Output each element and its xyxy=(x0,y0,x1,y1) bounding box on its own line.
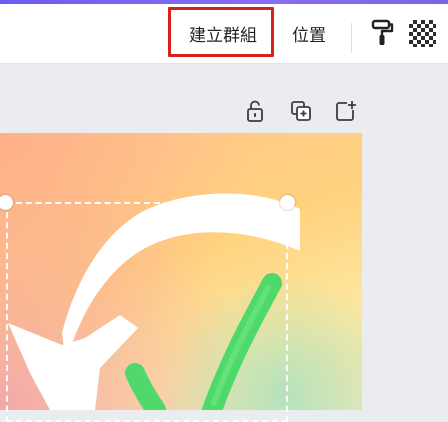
copy-style-button[interactable] xyxy=(366,13,400,53)
green-checkmark-graphic[interactable] xyxy=(125,273,282,410)
duplicate-page-icon xyxy=(291,101,311,121)
unlock-icon xyxy=(247,100,263,122)
position-button[interactable]: 位置 xyxy=(284,13,334,53)
editor-toolbar: 建立群組 位置 xyxy=(0,4,448,64)
transparency-button[interactable] xyxy=(409,13,448,53)
checkerboard-icon xyxy=(409,19,436,47)
page-actions xyxy=(240,96,365,126)
design-canvas-page[interactable] xyxy=(0,133,362,410)
paint-roller-icon xyxy=(371,19,394,45)
resize-handle-top-right[interactable] xyxy=(280,195,295,210)
canvas-artwork xyxy=(8,193,300,410)
add-page-button[interactable] xyxy=(331,96,361,126)
position-label: 位置 xyxy=(292,25,326,46)
duplicate-page-button[interactable] xyxy=(286,96,316,126)
toolbar-divider xyxy=(351,23,352,53)
create-group-button[interactable]: 建立群組 xyxy=(169,13,277,53)
create-group-label: 建立群組 xyxy=(189,25,257,46)
lock-page-button[interactable] xyxy=(240,96,270,126)
add-page-icon xyxy=(336,101,356,121)
